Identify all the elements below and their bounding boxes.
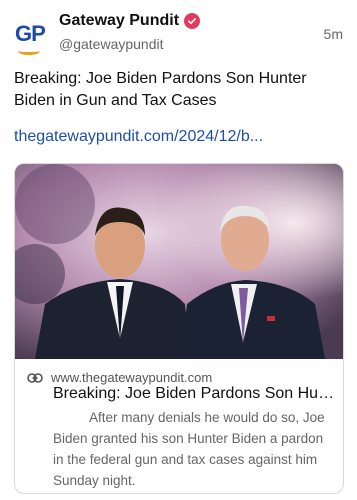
card-domain-row: www.thegatewaypundit.com xyxy=(27,370,212,385)
post-timestamp[interactable]: 5m xyxy=(324,26,343,42)
author-row: Gateway Pundit xyxy=(59,12,201,30)
post[interactable]: GP Gateway Pundit @gatewaypundit 5m Brea… xyxy=(0,0,357,500)
card-photo-image xyxy=(15,164,343,359)
card-title[interactable]: Breaking: Joe Biden Pardons Son Hunter B… xyxy=(53,385,335,403)
verified-badge-icon xyxy=(184,13,201,29)
card-description: After many denials he would do so, Joe B… xyxy=(53,410,325,488)
avatar-logo-text: GP xyxy=(15,21,46,46)
card-domain[interactable]: www.thegatewaypundit.com xyxy=(51,370,212,385)
post-text: Breaking: Joe Biden Pardons Son Hunter B… xyxy=(14,70,307,109)
author-handle[interactable]: @gatewaypundit xyxy=(59,36,164,52)
link-preview-card[interactable]: www.thegatewaypundit.com Breaking: Joe B… xyxy=(14,163,344,494)
avatar[interactable]: GP xyxy=(12,18,50,56)
post-link[interactable]: thegatewaypundit.com/2024/12/b... xyxy=(14,128,344,146)
link-icon xyxy=(27,372,43,383)
avatar-swoosh xyxy=(18,47,40,55)
author-name[interactable]: Gateway Pundit xyxy=(59,12,179,30)
